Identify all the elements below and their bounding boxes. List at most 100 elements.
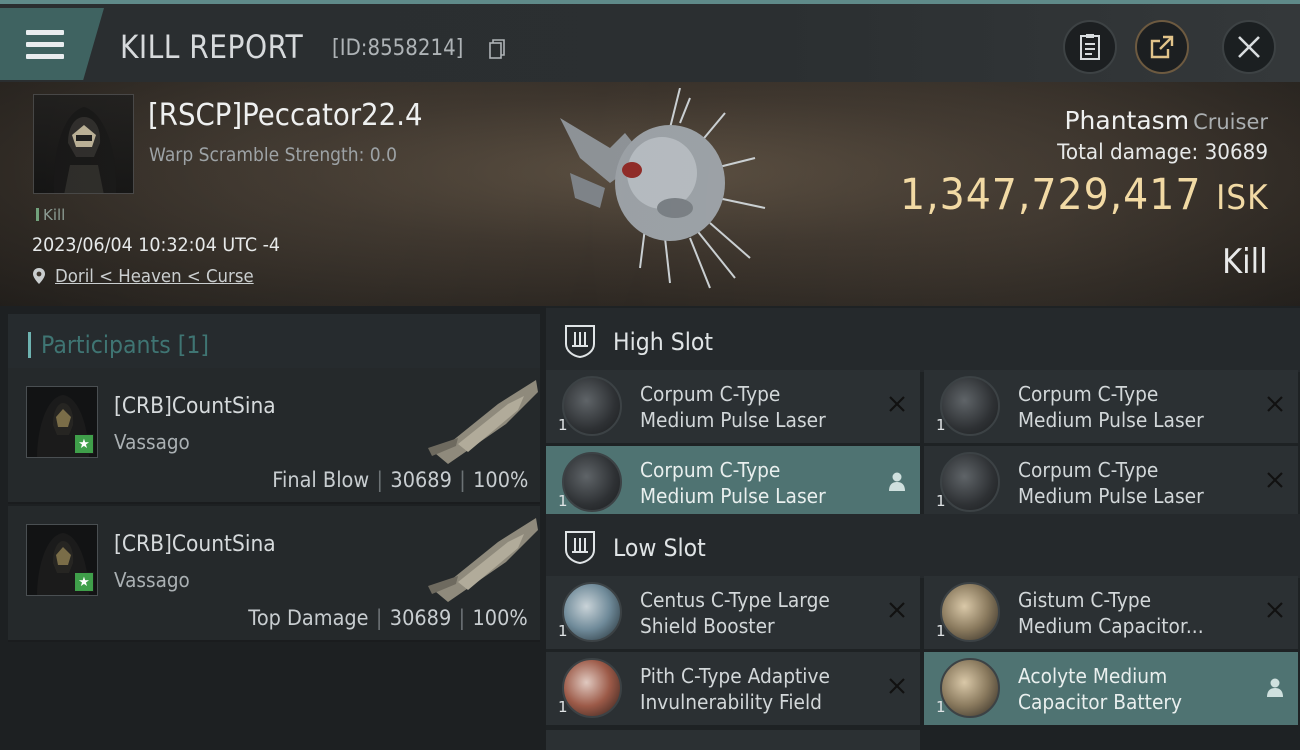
share-icon (1150, 35, 1174, 59)
participant-row[interactable]: ★ [CRB]CountSina Vassago Final Blow | 3068… (8, 368, 540, 504)
module-item[interactable]: 1 Acolyte Medium Capacitor Battery (924, 652, 1298, 725)
module-name: Corpum C-Type Medium Pulse Laser (1018, 457, 1241, 509)
participant-ship: Vassago (114, 430, 190, 454)
module-name-line2: Capacitor Battery (1018, 690, 1183, 714)
participant-name[interactable]: [CRB]CountSina (114, 394, 276, 419)
participant-role: Top Damage (248, 606, 369, 630)
participant-role: Final Blow (271, 468, 369, 492)
menu-icon (26, 30, 64, 60)
destroyed-x-icon (889, 602, 905, 618)
participant-ship: Vassago (114, 568, 190, 592)
pulse-laser-icon (562, 452, 622, 512)
star-badge: ★ (74, 572, 94, 592)
share-button[interactable] (1135, 20, 1189, 74)
module-item[interactable]: 1 Corpum C-Type Medium Pulse Laser (546, 446, 920, 519)
module-name-line2: Medium Pulse Laser (640, 408, 826, 432)
module-item[interactable]: 1 Pith C-Type Adaptive Invulnerability Fi… (546, 652, 920, 725)
module-name-line1: Corpum C-Type (640, 382, 781, 406)
module-item[interactable]: 1 Corpum C-Type Medium Pulse Laser (924, 370, 1298, 443)
module-item[interactable]: 1 Centus C-Type Large Shield Booster (546, 576, 920, 649)
module-quantity: 1 (558, 698, 568, 716)
destroyed-x-icon (1267, 602, 1283, 618)
module-name-line1: Corpum C-Type (1018, 458, 1159, 482)
module-item[interactable]: 1 Corpum C-Type Medium Pulse Laser (546, 370, 920, 443)
destroyed-x-icon (889, 678, 905, 694)
warp-scramble-strength: Warp Scramble Strength: 0.0 (149, 144, 397, 166)
pulse-laser-icon (562, 376, 622, 436)
module-name-line1: Acolyte Medium (1018, 664, 1168, 688)
module-item[interactable]: 1 Corpum C-Type Medium Pulse Laser (924, 446, 1298, 519)
ship-class: Cruiser (1193, 110, 1268, 134)
low-slot-header: Low Slot (546, 514, 1300, 578)
page-title: KILL REPORT (120, 28, 304, 66)
separator: | (458, 606, 466, 630)
clipboard-button[interactable] (1063, 20, 1117, 74)
module-name-line2: Medium Pulse Laser (1018, 408, 1204, 432)
module-name-line1: Centus C-Type Large (640, 588, 830, 612)
dropped-person-icon (889, 472, 905, 491)
location-link[interactable]: Doril < Heaven < Curse (55, 266, 254, 287)
capacitor-battery-icon (940, 658, 1000, 718)
kill-datetime: 2023/06/04 10:32:04 UTC -4 (32, 234, 281, 256)
total-damage: Total damage: 30689 (1057, 140, 1268, 164)
kill-tag: Kill (36, 206, 65, 224)
participant-damage: 30689 (390, 468, 452, 492)
participant-ship-image (428, 380, 538, 464)
victim-panel: [RSCP]Peccator22.4 Warp Scramble Strengt… (0, 82, 1300, 306)
isk-value: 1,347,729,417 ISK (900, 170, 1268, 220)
dropped-person-icon (1267, 678, 1283, 697)
participant-percent: 100% (472, 468, 528, 492)
menu-button[interactable] (0, 8, 104, 80)
fittings-panel: High Slot 1 Corpum C-Type Medium Pulse La… (546, 306, 1300, 750)
module-name: Acolyte Medium Capacitor Battery (1018, 663, 1241, 715)
pulse-laser-icon (940, 452, 1000, 512)
module-quantity: 1 (558, 622, 568, 640)
isk-unit: ISK (1215, 178, 1268, 218)
participant-stats: Final Blow | 30689 | 100% (272, 468, 528, 492)
destroyed-x-icon (1267, 396, 1283, 412)
module-name-line2: Medium Pulse Laser (640, 484, 826, 508)
module-name: Pith C-Type Adaptive Invulnerability Fiel… (640, 663, 863, 715)
module-item-partial[interactable] (546, 730, 920, 750)
module-quantity: 1 (936, 416, 946, 434)
module-name: Gistum C-Type Medium Capacitor... (1018, 587, 1241, 639)
kill-result: Kill (1222, 242, 1268, 282)
close-icon (1238, 36, 1260, 58)
victim-name[interactable]: [RSCP]Peccator22.4 (148, 98, 423, 133)
participant-ship-image (428, 518, 538, 602)
module-name: Corpum C-Type Medium Pulse Laser (1018, 381, 1241, 433)
module-name-line1: Pith C-Type Adaptive (640, 664, 830, 688)
module-name-line2: Shield Booster (640, 614, 775, 638)
module-name: Corpum C-Type Medium Pulse Laser (640, 457, 863, 509)
participants-header[interactable]: Participants [1] (8, 314, 540, 370)
high-slot-title: High Slot (613, 328, 714, 356)
separator: | (458, 468, 466, 492)
module-name-line2: Medium Pulse Laser (1018, 484, 1204, 508)
report-id: [ID:8558214] (332, 36, 464, 61)
avatar-figure (53, 107, 117, 193)
pulse-laser-icon (940, 376, 1000, 436)
module-name-line2: Invulnerability Field (640, 690, 822, 714)
close-button[interactable] (1222, 20, 1276, 74)
module-name-line1: Corpum C-Type (640, 458, 781, 482)
participant-stats: Top Damage | 30689 | 100% (249, 606, 528, 630)
module-item[interactable]: 1 Gistum C-Type Medium Capacitor... (924, 576, 1298, 649)
victim-avatar[interactable] (33, 94, 134, 194)
module-name-line2: Medium Capacitor... (1018, 614, 1204, 638)
participant-row[interactable]: ★ [CRB]CountSina Vassago Top Damage | 3068… (8, 506, 540, 642)
victim-ship-name[interactable]: Phantasm Cruiser (1064, 106, 1268, 135)
module-quantity: 1 (558, 492, 568, 510)
copy-icon[interactable] (489, 39, 505, 59)
ship-name-text: Phantasm (1064, 106, 1190, 135)
clipboard-icon (1080, 34, 1100, 60)
module-name: Centus C-Type Large Shield Booster (640, 587, 863, 639)
participant-percent: 100% (472, 606, 528, 630)
module-quantity: 1 (558, 416, 568, 434)
victim-ship-image (560, 88, 766, 289)
module-quantity: 1 (936, 698, 946, 716)
participant-name[interactable]: [CRB]CountSina (114, 532, 276, 557)
capacitor-icon (940, 582, 1000, 642)
module-name-line1: Corpum C-Type (1018, 382, 1159, 406)
high-slot-icon (565, 325, 595, 358)
isk-amount: 1,347,729,417 (899, 170, 1201, 220)
